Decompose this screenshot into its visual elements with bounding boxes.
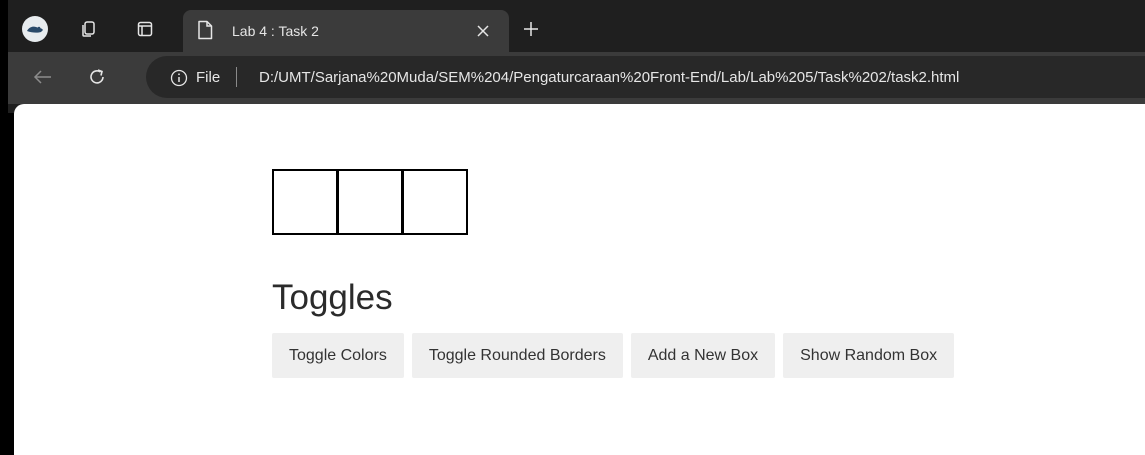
box xyxy=(402,169,468,235)
box-container xyxy=(272,169,468,235)
info-icon[interactable] xyxy=(170,69,188,87)
reload-icon[interactable] xyxy=(84,64,110,90)
tab-strip: Lab 4 : Task 2 xyxy=(8,6,1145,52)
address-separator xyxy=(236,67,237,87)
add-new-box-button[interactable]: Add a New Box xyxy=(630,333,776,378)
address-bar[interactable]: File D:/UMT/Sarjana%20Muda/SEM%204/Penga… xyxy=(146,56,1145,98)
browser-toolbar: File D:/UMT/Sarjana%20Muda/SEM%204/Penga… xyxy=(8,52,1145,104)
browser-chrome: Lab 4 : Task 2 File D:/UMT/Sarjana%20Mud… xyxy=(8,0,1145,113)
url-text[interactable]: D:/UMT/Sarjana%20Muda/SEM%204/Pengaturca… xyxy=(259,69,959,86)
box xyxy=(272,169,338,235)
toggle-colors-button[interactable]: Toggle Colors xyxy=(272,333,404,378)
page-viewport: Toggles Toggle Colors Toggle Rounded Bor… xyxy=(14,104,1145,455)
profile-avatar[interactable] xyxy=(22,16,48,42)
close-icon[interactable] xyxy=(473,21,493,41)
tab-title: Lab 4 : Task 2 xyxy=(232,23,319,39)
plus-icon[interactable] xyxy=(520,18,542,40)
active-tab[interactable]: Lab 4 : Task 2 xyxy=(183,10,509,52)
toggle-button-group: Toggle Colors Toggle Rounded Borders Add… xyxy=(272,333,962,378)
toggle-rounded-borders-button[interactable]: Toggle Rounded Borders xyxy=(411,333,623,378)
show-random-box-button[interactable]: Show Random Box xyxy=(783,333,955,378)
tab-actions-icon[interactable] xyxy=(133,17,157,41)
collections-icon[interactable] xyxy=(76,17,100,41)
profile-icon xyxy=(27,26,43,33)
page-icon xyxy=(197,20,213,40)
back-arrow-icon[interactable] xyxy=(30,64,56,90)
box xyxy=(337,169,403,235)
toggles-heading: Toggles xyxy=(272,278,393,317)
scheme-label: File xyxy=(196,69,221,86)
